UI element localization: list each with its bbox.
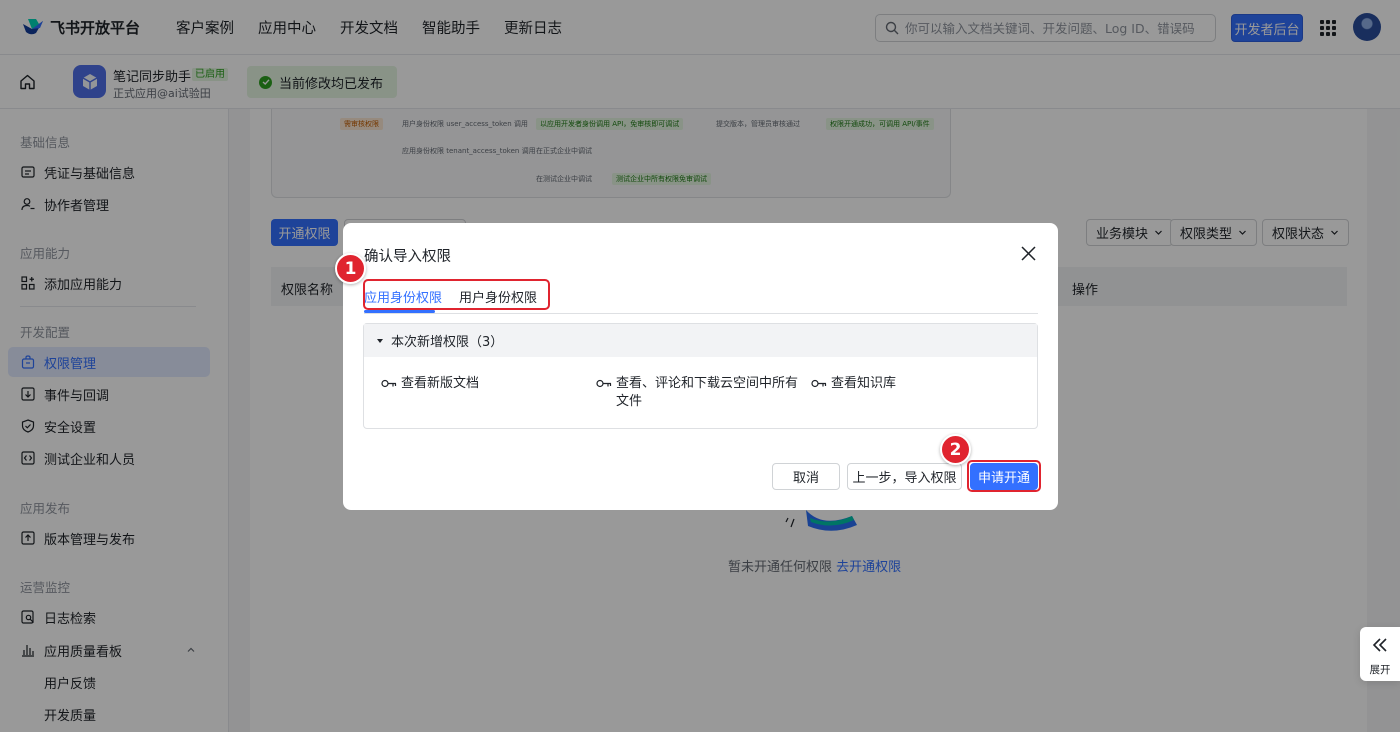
permission-name: 查看新版文档 — [401, 376, 480, 391]
confirm-import-permissions-dialog: 确认导入权限 应用身份权限 用户身份权限 1 本次新增权限（3） 查看新版文档 … — [335, 223, 1058, 510]
step1-highlight-box — [363, 279, 550, 310]
close-icon[interactable] — [1020, 245, 1037, 262]
step1-badge: 1 — [335, 253, 366, 284]
previous-step-button[interactable]: 上一步，导入权限 — [847, 463, 962, 490]
new-permissions-panel: 本次新增权限（3） 查看新版文档 查看、评论和下载云空间中所有文件 查看知识库 — [363, 323, 1038, 429]
active-tab-indicator — [364, 310, 435, 313]
permission-name: 查看、评论和下载云空间中所有文件 — [616, 376, 799, 409]
key-icon — [596, 379, 612, 388]
new-permissions-group-header[interactable]: 本次新增权限（3） — [364, 324, 1037, 357]
expand-label: 展开 — [1369, 664, 1391, 676]
caret-down-icon — [377, 338, 383, 343]
step2-badge: 2 — [940, 434, 971, 465]
step2-highlight-box — [967, 460, 1041, 492]
double-chevron-left-icon — [1372, 638, 1387, 652]
permission-item: 查看新版文档 — [381, 375, 479, 393]
group-title: 本次新增权限（3） — [391, 335, 504, 350]
key-icon — [811, 379, 827, 388]
expand-panel-button[interactable]: 展开 — [1360, 627, 1400, 681]
permission-item: 查看、评论和下载云空间中所有文件 — [596, 375, 801, 411]
key-icon — [381, 379, 397, 388]
cancel-button[interactable]: 取消 — [772, 463, 840, 490]
permission-name: 查看知识库 — [831, 376, 897, 391]
dialog-title: 确认导入权限 — [364, 249, 451, 265]
permission-item: 查看知识库 — [811, 375, 896, 393]
